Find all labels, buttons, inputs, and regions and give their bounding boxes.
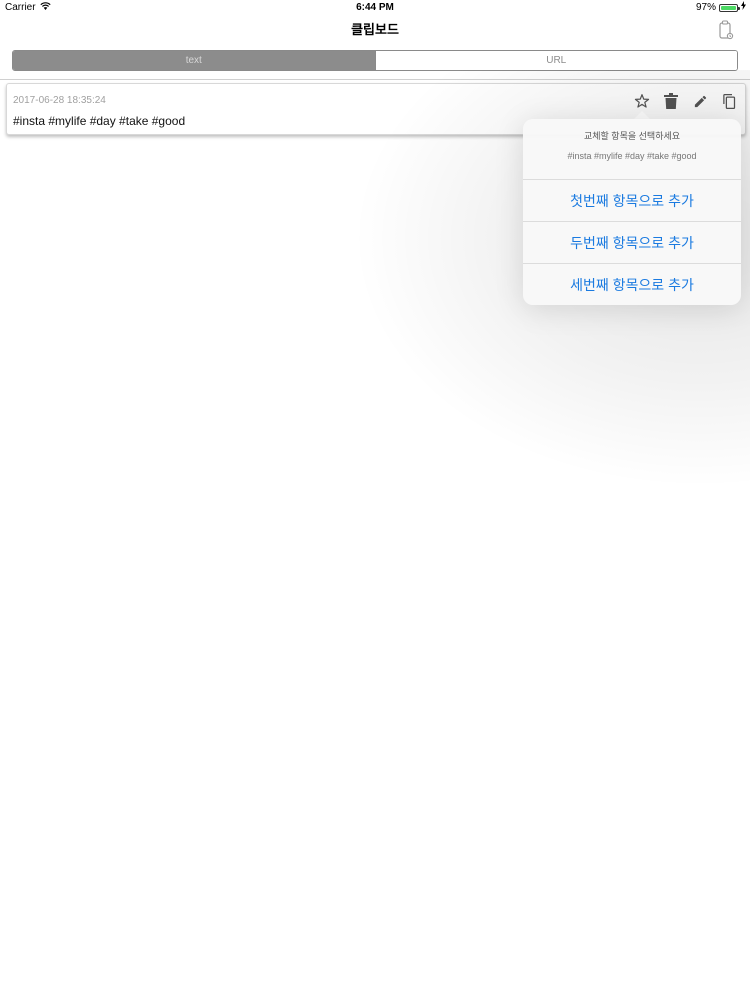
battery-percent: 97% <box>695 2 716 13</box>
header-divider <box>0 79 750 80</box>
battery-fill <box>721 6 736 10</box>
battery-icon <box>719 4 740 12</box>
popover-message: #insta #mylife #day #take #good <box>567 151 697 161</box>
trash-icon[interactable] <box>662 92 680 110</box>
status-bar: Carrier 6:44 PM 97% <box>0 0 750 16</box>
clip-date: 2017-06-28 18:35:24 <box>13 95 106 106</box>
pencil-icon[interactable] <box>691 92 709 110</box>
star-icon[interactable] <box>633 92 651 110</box>
clipboard-button[interactable] <box>718 20 734 40</box>
page-title: 클립보드 <box>351 22 399 37</box>
status-time: 6:44 PM <box>356 2 394 13</box>
clipboard-icon <box>718 20 734 44</box>
segment-text[interactable]: text <box>13 51 375 70</box>
battery-tip <box>738 7 740 10</box>
segment-url[interactable]: URL <box>374 51 737 70</box>
add-as-first-button[interactable]: 첫번째 항목으로 추가 <box>523 179 741 221</box>
add-as-third-button[interactable]: 세번째 항목으로 추가 <box>523 263 741 305</box>
screen: Carrier 6:44 PM 97% 클립보드 text URL 2017-0… <box>0 0 750 1000</box>
bolt-icon <box>741 0 746 16</box>
status-right: 97% <box>696 0 746 16</box>
replace-item-popover: 교체할 항목을 선택하세요 #insta #mylife #day #take … <box>523 119 741 305</box>
copy-icon[interactable] <box>720 92 738 110</box>
add-as-second-button[interactable]: 두번째 항목으로 추가 <box>523 221 741 263</box>
segmented-control: text URL <box>12 50 738 71</box>
clip-text: #insta #mylife #day #take #good <box>13 114 186 128</box>
popover-title: 교체할 항목을 선택하세요 <box>583 131 681 141</box>
